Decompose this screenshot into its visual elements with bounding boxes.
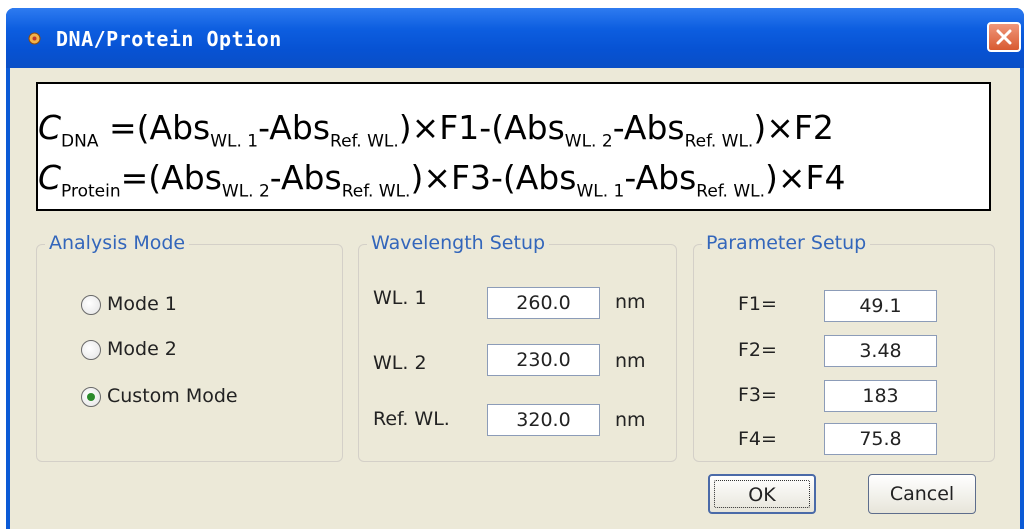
radio-label: Custom Mode [107, 385, 238, 407]
wl1-input[interactable]: 260.0 [487, 287, 600, 319]
close-button[interactable] [987, 22, 1021, 52]
radio-button[interactable] [81, 295, 101, 315]
dialog-window: DNA/Protein Option CDNA =(AbsWL. 1-AbsRe… [6, 8, 1024, 529]
f3-label: F3= [738, 384, 777, 406]
f1-label: F1= [738, 293, 777, 315]
app-icon [28, 32, 41, 45]
wavelength-legend: Wavelength Setup [367, 232, 550, 254]
radio-button-selected[interactable] [81, 387, 101, 407]
focus-rectangle [714, 480, 810, 508]
ref-wl-unit: nm [615, 409, 646, 431]
cancel-button[interactable]: Cancel [868, 474, 976, 514]
close-icon [996, 29, 1012, 45]
parameter-group: Parameter Setup F1= 49.1 F2= 3.48 F3= 18… [693, 232, 995, 462]
dialog-body: CDNA =(AbsWL. 1-AbsRef. WL.)×F1-(AbsWL. … [10, 68, 1020, 529]
analysis-mode-legend: Analysis Mode [45, 232, 190, 254]
ok-button[interactable]: OK [708, 474, 816, 514]
wl2-unit: nm [615, 350, 646, 372]
wl1-unit: nm [615, 291, 646, 313]
protein-formula: CProtein=(AbsWL. 2-AbsRef. WL.)×F3-(AbsW… [38, 158, 846, 202]
f4-label: F4= [738, 428, 777, 450]
wavelength-group: Wavelength Setup WL. 1 260.0 nm WL. 2 23… [358, 232, 677, 462]
wl2-label: WL. 2 [373, 352, 427, 374]
radio-label: Mode 2 [107, 338, 177, 360]
f4-input[interactable]: 75.8 [824, 423, 937, 455]
title-bar[interactable]: DNA/Protein Option [6, 8, 1024, 68]
f2-input[interactable]: 3.48 [824, 335, 937, 367]
window-title: DNA/Protein Option [56, 27, 282, 51]
f3-input[interactable]: 183 [824, 380, 937, 412]
dna-formula: CDNA =(AbsWL. 1-AbsRef. WL.)×F1-(AbsWL. … [38, 108, 834, 152]
wl2-input[interactable]: 230.0 [487, 344, 600, 376]
wl1-label: WL. 1 [373, 287, 427, 309]
f1-input[interactable]: 49.1 [824, 290, 937, 322]
parameter-legend: Parameter Setup [702, 232, 871, 254]
radio-selected-dot [87, 393, 95, 401]
radio-button[interactable] [81, 340, 101, 360]
formula-panel: CDNA =(AbsWL. 1-AbsRef. WL.)×F1-(AbsWL. … [36, 82, 991, 211]
radio-label: Mode 1 [107, 293, 177, 315]
ref-wl-label: Ref. WL. [373, 408, 450, 430]
cancel-label: Cancel [889, 483, 955, 505]
f2-label: F2= [738, 339, 777, 361]
ref-wl-input[interactable]: 320.0 [487, 404, 600, 436]
analysis-mode-group: Analysis Mode Mode 1 Mode 2 Custom Mode [36, 232, 343, 462]
